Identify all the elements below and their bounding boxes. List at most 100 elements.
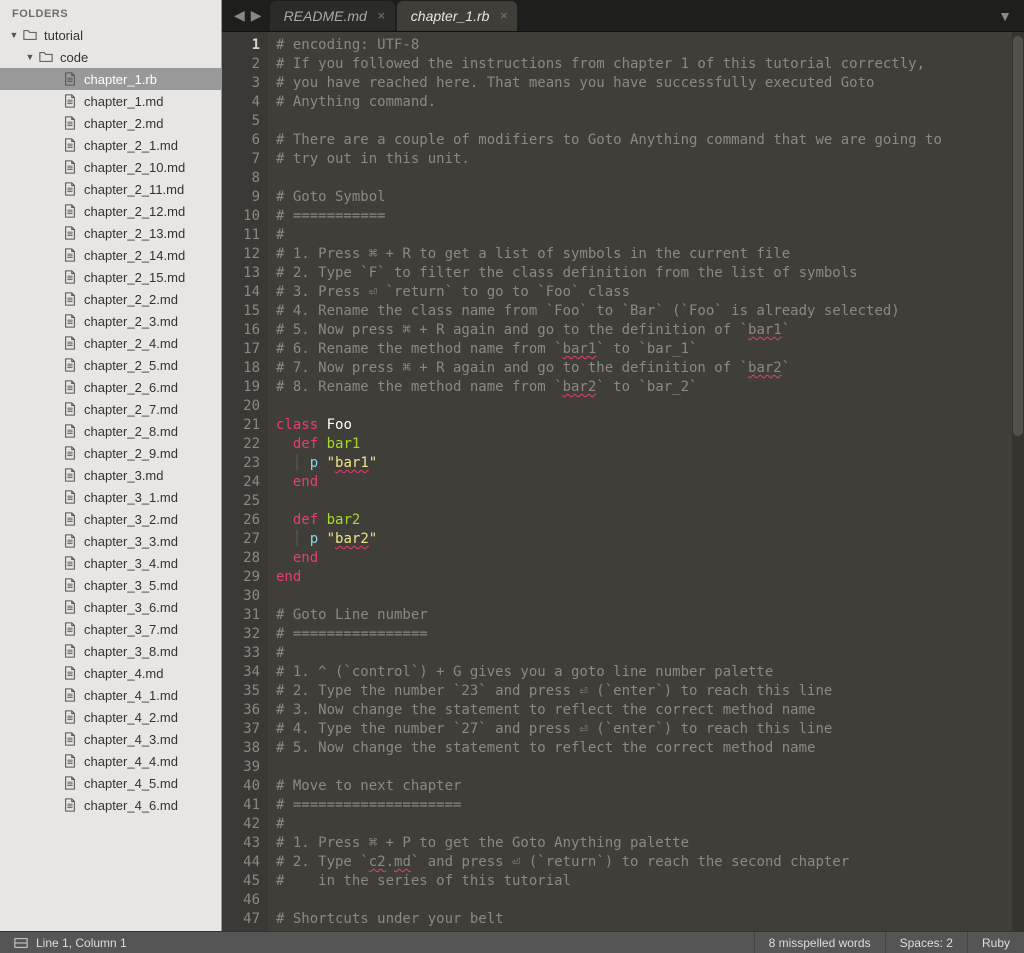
sidebar-file-chapter_4_5.md[interactable]: chapter_4_5.md: [0, 772, 221, 794]
code-line[interactable]: # 1. Press ⌘ + R to get a list of symbol…: [276, 245, 1012, 264]
sidebar-file-chapter_3_8.md[interactable]: chapter_3_8.md: [0, 640, 221, 662]
code-line[interactable]: # Move to next chapter: [276, 777, 1012, 796]
nav-back-icon[interactable]: ◀: [234, 7, 245, 24]
sidebar-file-chapter_3_2.md[interactable]: chapter_3_2.md: [0, 508, 221, 530]
sidebar-file-chapter_2_9.md[interactable]: chapter_2_9.md: [0, 442, 221, 464]
code-line[interactable]: #: [276, 644, 1012, 663]
code-line[interactable]: # 3. Now change the statement to reflect…: [276, 701, 1012, 720]
code-line[interactable]: # Goto Symbol: [276, 188, 1012, 207]
code-line[interactable]: # 4. Rename the class name from `Foo` to…: [276, 302, 1012, 321]
sidebar-file-chapter_3.md[interactable]: chapter_3.md: [0, 464, 221, 486]
disclosure-icon[interactable]: ▼: [8, 29, 20, 41]
sidebar-file-chapter_1.rb[interactable]: chapter_1.rb: [0, 68, 221, 90]
code-line[interactable]: # 1. Press ⌘ + P to get the Goto Anythin…: [276, 834, 1012, 853]
sidebar-folder-tutorial[interactable]: ▼tutorial: [0, 24, 221, 46]
nav-forward-icon[interactable]: ▶: [251, 7, 262, 24]
code-line[interactable]: [276, 492, 1012, 511]
sidebar-file-chapter_4_2.md[interactable]: chapter_4_2.md: [0, 706, 221, 728]
code-line[interactable]: # Goto Line number: [276, 606, 1012, 625]
sidebar-file-chapter_2_10.md[interactable]: chapter_2_10.md: [0, 156, 221, 178]
code-line[interactable]: # you have reached here. That means you …: [276, 74, 1012, 93]
code-line[interactable]: # encoding: UTF-8: [276, 36, 1012, 55]
sidebar-file-chapter_2_2.md[interactable]: chapter_2_2.md: [0, 288, 221, 310]
sidebar-file-chapter_4_6.md[interactable]: chapter_4_6.md: [0, 794, 221, 816]
panel-switcher[interactable]: Line 1, Column 1: [0, 932, 141, 953]
sidebar-file-chapter_4_1.md[interactable]: chapter_4_1.md: [0, 684, 221, 706]
close-icon[interactable]: ×: [500, 8, 508, 23]
sidebar-file-chapter_2_7.md[interactable]: chapter_2_7.md: [0, 398, 221, 420]
code-line[interactable]: class Foo: [276, 416, 1012, 435]
sidebar-folder-code[interactable]: ▼code: [0, 46, 221, 68]
code-line[interactable]: [276, 891, 1012, 910]
sidebar-file-chapter_3_5.md[interactable]: chapter_3_5.md: [0, 574, 221, 596]
code-line[interactable]: # 4. Type the number `27` and press ⏎ (`…: [276, 720, 1012, 739]
sidebar-file-chapter_3_1.md[interactable]: chapter_3_1.md: [0, 486, 221, 508]
code-line[interactable]: # ===========: [276, 207, 1012, 226]
code-line[interactable]: [276, 397, 1012, 416]
status-indent[interactable]: Spaces: 2: [886, 932, 967, 953]
status-spell[interactable]: 8 misspelled words: [755, 932, 885, 953]
code-line[interactable]: # 2. Type `c2.md` and press ⏎ (`return`)…: [276, 853, 1012, 872]
sidebar-file-chapter_3_6.md[interactable]: chapter_3_6.md: [0, 596, 221, 618]
code-line[interactable]: end: [276, 549, 1012, 568]
code-line[interactable]: # 2. Type `F` to filter the class defini…: [276, 264, 1012, 283]
code-line[interactable]: # ================: [276, 625, 1012, 644]
sidebar-file-chapter_3_7.md[interactable]: chapter_3_7.md: [0, 618, 221, 640]
code-line[interactable]: # Shortcuts under your belt: [276, 910, 1012, 929]
code-line[interactable]: # 5. Now press ⌘ + R again and go to the…: [276, 321, 1012, 340]
file-icon: [62, 401, 78, 417]
code-line[interactable]: # ====================: [276, 796, 1012, 815]
tab-README-md[interactable]: README.md×: [270, 1, 395, 31]
code-line[interactable]: # 5. Now change the statement to reflect…: [276, 739, 1012, 758]
sidebar-file-chapter_2_11.md[interactable]: chapter_2_11.md: [0, 178, 221, 200]
sidebar-file-chapter_2_15.md[interactable]: chapter_2_15.md: [0, 266, 221, 288]
code-line[interactable]: def bar2: [276, 511, 1012, 530]
code-line[interactable]: [276, 587, 1012, 606]
code-line[interactable]: # 7. Now press ⌘ + R again and go to the…: [276, 359, 1012, 378]
sidebar-file-chapter_2_14.md[interactable]: chapter_2_14.md: [0, 244, 221, 266]
code-content[interactable]: # encoding: UTF-8# If you followed the i…: [268, 32, 1012, 931]
sidebar-file-chapter_2_12.md[interactable]: chapter_2_12.md: [0, 200, 221, 222]
code-line[interactable]: # 8. Rename the method name from `bar2` …: [276, 378, 1012, 397]
sidebar-file-chapter_4.md[interactable]: chapter_4.md: [0, 662, 221, 684]
code-line[interactable]: # 3. Press ⏎ `return` to go to `Foo` cla…: [276, 283, 1012, 302]
code-line[interactable]: # try out in this unit.: [276, 150, 1012, 169]
code-line[interactable]: # 2. Type the number `23` and press ⏎ (`…: [276, 682, 1012, 701]
code-line[interactable]: [276, 169, 1012, 188]
sidebar-file-chapter_3_4.md[interactable]: chapter_3_4.md: [0, 552, 221, 574]
disclosure-icon[interactable]: ▼: [24, 51, 36, 63]
sidebar-file-chapter_2_4.md[interactable]: chapter_2_4.md: [0, 332, 221, 354]
sidebar-file-chapter_2_3.md[interactable]: chapter_2_3.md: [0, 310, 221, 332]
code-line[interactable]: │ p "bar1": [276, 454, 1012, 473]
sidebar-file-chapter_4_4.md[interactable]: chapter_4_4.md: [0, 750, 221, 772]
code-line[interactable]: # 1. ^ (`control`) + G gives you a goto …: [276, 663, 1012, 682]
code-line[interactable]: #: [276, 815, 1012, 834]
status-syntax[interactable]: Ruby: [968, 932, 1024, 953]
code-line[interactable]: def bar1: [276, 435, 1012, 454]
sidebar-file-chapter_2_13.md[interactable]: chapter_2_13.md: [0, 222, 221, 244]
scrollbar[interactable]: [1012, 32, 1024, 931]
code-line[interactable]: # If you followed the instructions from …: [276, 55, 1012, 74]
code-line[interactable]: [276, 758, 1012, 777]
code-line[interactable]: [276, 112, 1012, 131]
code-line[interactable]: end: [276, 473, 1012, 492]
sidebar-file-chapter_3_3.md[interactable]: chapter_3_3.md: [0, 530, 221, 552]
sidebar-file-chapter_2_1.md[interactable]: chapter_2_1.md: [0, 134, 221, 156]
tab-chapter_1-rb[interactable]: chapter_1.rb×: [397, 1, 518, 31]
code-editor[interactable]: 1234567891011121314151617181920212223242…: [222, 32, 1024, 931]
code-line[interactable]: end: [276, 568, 1012, 587]
code-line[interactable]: # in the series of this tutorial: [276, 872, 1012, 891]
sidebar-file-chapter_1.md[interactable]: chapter_1.md: [0, 90, 221, 112]
sidebar-file-chapter_4_3.md[interactable]: chapter_4_3.md: [0, 728, 221, 750]
sidebar-file-chapter_2_6.md[interactable]: chapter_2_6.md: [0, 376, 221, 398]
tab-overflow-icon[interactable]: ▼: [998, 8, 1024, 24]
code-line[interactable]: # Anything command.: [276, 93, 1012, 112]
sidebar-file-chapter_2_5.md[interactable]: chapter_2_5.md: [0, 354, 221, 376]
code-line[interactable]: # 6. Rename the method name from `bar1` …: [276, 340, 1012, 359]
sidebar-file-chapter_2.md[interactable]: chapter_2.md: [0, 112, 221, 134]
code-line[interactable]: #: [276, 226, 1012, 245]
sidebar-file-chapter_2_8.md[interactable]: chapter_2_8.md: [0, 420, 221, 442]
code-line[interactable]: # There are a couple of modifiers to Got…: [276, 131, 1012, 150]
close-icon[interactable]: ×: [377, 8, 385, 23]
code-line[interactable]: │ p "bar2": [276, 530, 1012, 549]
